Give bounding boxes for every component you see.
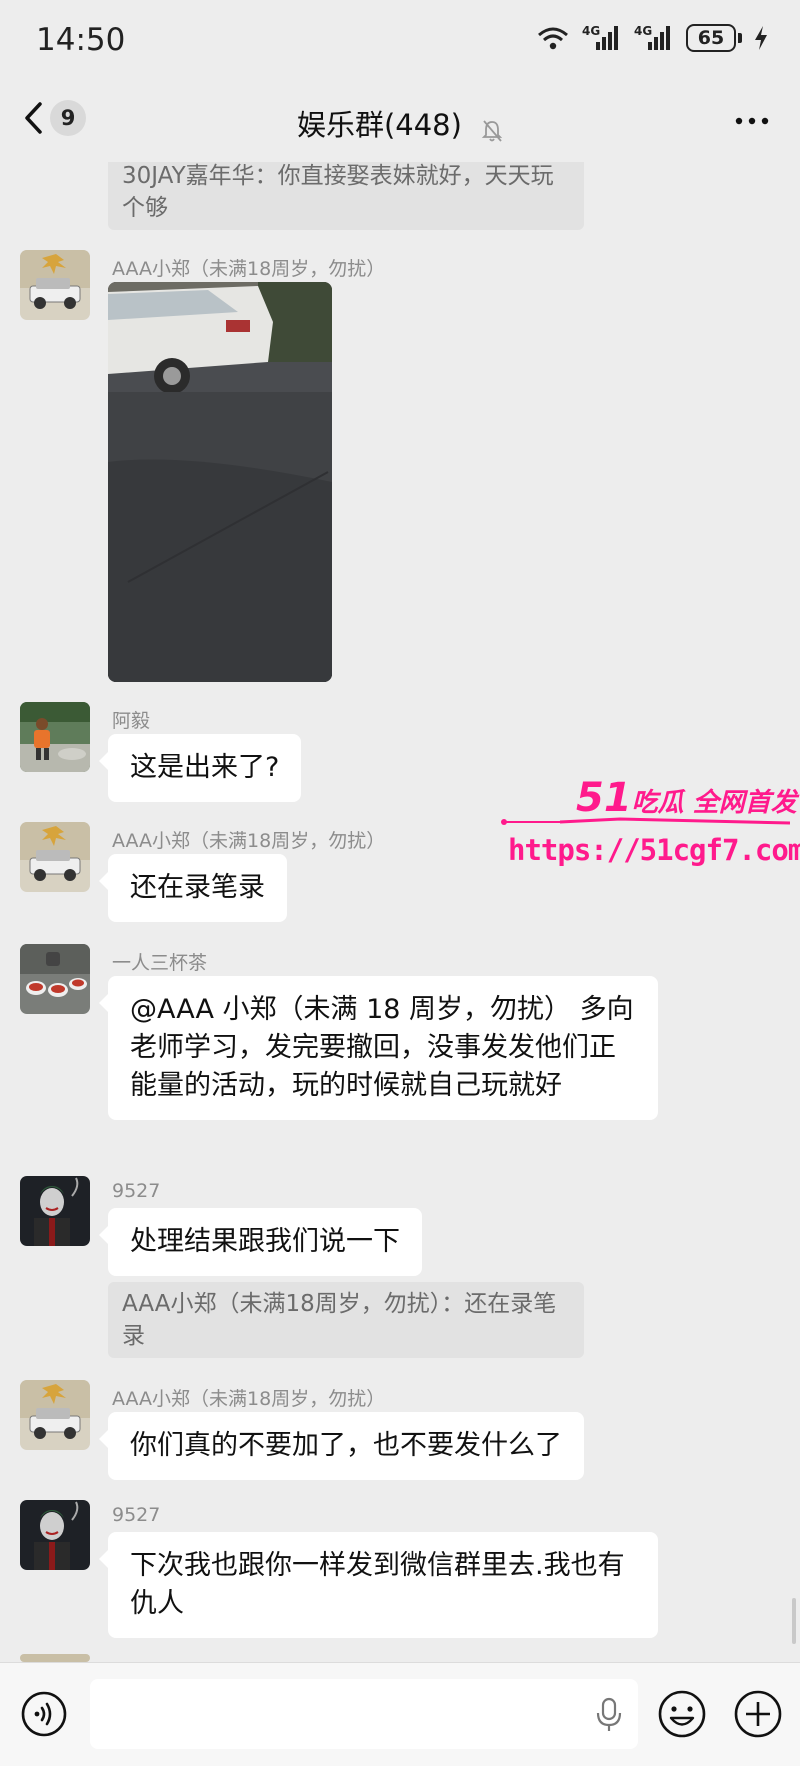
joker-avatar: [20, 1176, 90, 1246]
status-icons: 4G 4G 65: [536, 24, 768, 52]
watermark-brand: 51吃瓜 全网首发: [576, 775, 797, 821]
voice-icon[interactable]: [20, 1690, 68, 1738]
quoted-message[interactable]: 30JAY嘉年华：你直接娶表妹就好，天天玩个够: [108, 162, 584, 230]
tea-avatar: [20, 944, 90, 1014]
message-text: 你们真的不要加了，也不要发什么了: [130, 1430, 562, 1461]
plus-icon[interactable]: [733, 1689, 783, 1739]
input-bar: [0, 1662, 800, 1766]
orange-person-avatar: [20, 702, 90, 772]
signal-icon: 4G: [582, 24, 622, 52]
watermark-number: 51: [576, 775, 632, 821]
message-bubble[interactable]: 处理结果跟我们说一下: [99, 1208, 422, 1276]
message-bubble[interactable]: 你们真的不要加了，也不要发什么了: [99, 1412, 584, 1480]
microphone-icon[interactable]: [594, 1697, 624, 1733]
avatar[interactable]: [20, 1654, 90, 1662]
battery-icon: 65: [686, 24, 742, 52]
status-bar: 14:50 4G 4G 65: [0, 0, 800, 86]
avatar[interactable]: [20, 250, 90, 320]
message-bubble[interactable]: @AAA 小郑（未满 18 周岁，勿扰） 多向老师学习，发完要撤回，没事发发他们…: [99, 976, 658, 1120]
message-text: 这是出来了?: [130, 752, 280, 783]
sender-name: AAA小郑（未满18周岁，勿扰）: [112, 830, 386, 852]
joker-avatar: [20, 1500, 90, 1570]
message-bubble[interactable]: 下次我也跟你一样发到微信群里去.我也有仇人: [99, 1532, 658, 1638]
sender-name: 9527: [112, 1180, 161, 1202]
charging-icon: [755, 26, 767, 50]
sender-name: AAA小郑（未满18周岁，勿扰）: [112, 258, 386, 280]
avatar[interactable]: [20, 1176, 90, 1246]
police-car-photo: [108, 282, 332, 682]
message-bubble[interactable]: 还在录笔录: [99, 854, 287, 922]
message-bubble[interactable]: 这是出来了?: [98, 734, 302, 802]
sender-name: AAA小郑（未满18周岁，勿扰）: [112, 1388, 386, 1410]
more-icon[interactable]: [732, 106, 772, 136]
avatar[interactable]: [20, 944, 90, 1014]
message-input[interactable]: [90, 1679, 638, 1749]
watermark-url: https://51cgf7.com: [508, 833, 800, 867]
chat-header: 9 娱乐群(448): [0, 86, 800, 162]
car-avatar: [20, 250, 90, 320]
quoted-message[interactable]: AAA小郑（未满18周岁，勿扰）：还在录笔录: [108, 1282, 584, 1358]
message-text: @AAA 小郑（未满 18 周岁，勿扰） 多向老师学习，发完要撤回，没事发发他们…: [130, 994, 634, 1101]
sender-name: 一人三杯茶: [112, 952, 208, 974]
message-text: 下次我也跟你一样发到微信群里去.我也有仇人: [130, 1550, 625, 1619]
sender-name: 9527: [112, 1504, 161, 1526]
status-time: 14:50: [36, 22, 126, 58]
watermark-swoosh: [501, 817, 790, 825]
quote-text: AAA小郑（未满18周岁，勿扰）：还在录笔录: [122, 1291, 557, 1349]
avatar[interactable]: [20, 1500, 90, 1570]
emoji-icon[interactable]: [657, 1689, 707, 1739]
watermark-brand-text: 吃瓜 全网首发: [631, 788, 797, 818]
message-text: 处理结果跟我们说一下: [130, 1226, 400, 1257]
car-avatar: [20, 822, 90, 892]
quote-text: 30JAY嘉年华：你直接娶表妹就好，天天玩个够: [122, 163, 554, 221]
avatar[interactable]: [20, 822, 90, 892]
avatar[interactable]: [20, 1380, 90, 1450]
sender-name: 阿毅: [112, 710, 151, 732]
title-area: 娱乐群(448): [0, 102, 800, 144]
watermark: 51吃瓜 全网首发 https://51cgf7.com: [500, 775, 800, 875]
message-list[interactable]: 30JAY嘉年华：你直接娶表妹就好，天天玩个够 AAA小郑（未满18周岁，勿扰）: [0, 162, 800, 1662]
avatar[interactable]: [20, 702, 90, 772]
car-avatar: [20, 1380, 90, 1450]
chat-title: 娱乐群(448): [296, 108, 462, 142]
signal-icon: 4G: [634, 24, 674, 52]
mute-bell-icon: [481, 119, 503, 142]
battery-level: 65: [686, 24, 736, 52]
message-text: 还在录笔录: [130, 872, 265, 903]
image-message[interactable]: [108, 282, 332, 682]
scrollbar[interactable]: [792, 1598, 796, 1644]
wifi-icon: [538, 27, 568, 50]
